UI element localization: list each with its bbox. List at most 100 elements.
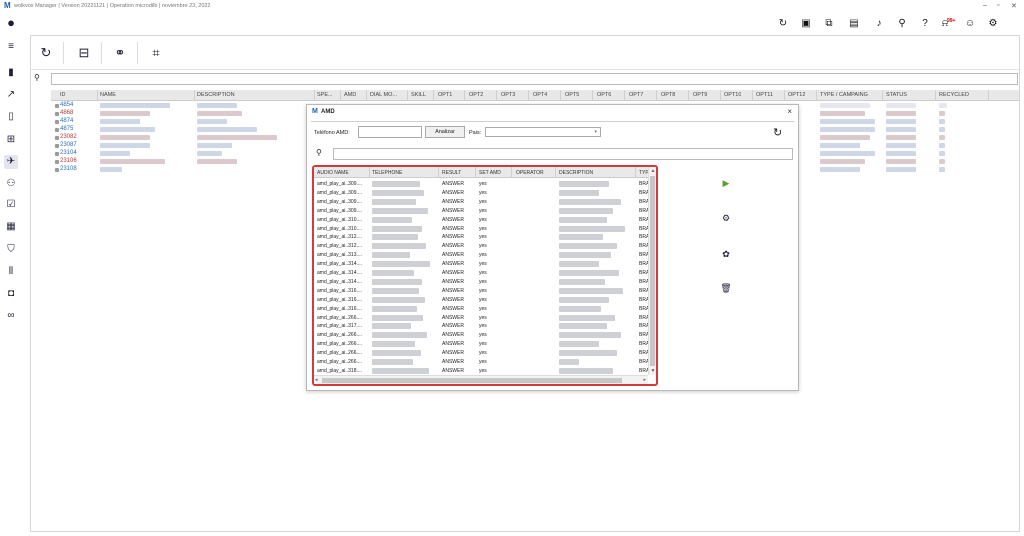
refresh-icon[interactable]: ↻ — [773, 126, 782, 139]
col-header-amd[interactable]: AMD — [344, 92, 356, 98]
table-row[interactable]: amd_play_ai..316.... ANSWER yes BRA — [314, 287, 649, 295]
settings-cog-icon[interactable]: ⚙ — [720, 212, 732, 224]
table-row[interactable]: amd_play_ai..312.... ANSWER yes BRA — [314, 233, 649, 241]
campaign-icon[interactable]: ✈ — [4, 155, 18, 169]
chip-icon[interactable]: ⌗ — [147, 44, 165, 62]
scroll-down-icon[interactable]: ▼ — [650, 368, 656, 374]
table-row[interactable]: amd_play_ai..266.... ANSWER yes BRA — [314, 340, 649, 348]
table-row[interactable]: amd_play_ai..310.... ANSWER yes BRA — [314, 216, 649, 224]
maximize-button[interactable]: ▫ — [997, 2, 999, 9]
checklist-icon[interactable]: ☑ — [4, 198, 18, 212]
table-row[interactable]: amd_play_ai..318.... ANSWER yes BRA — [314, 367, 649, 375]
contacts-book-icon[interactable]: ⧉ — [822, 17, 836, 31]
col-header-id[interactable]: ID — [60, 92, 66, 98]
main-search-input[interactable] — [51, 73, 1018, 85]
team-icon[interactable]: ⚇ — [4, 177, 18, 191]
col-header-opt7[interactable]: OPT7 — [629, 92, 643, 98]
gear-icon[interactable]: ⚙ — [986, 17, 1000, 31]
col-header-dial-mode[interactable]: DIAL MO... — [370, 92, 406, 98]
col-header-opt10[interactable]: OPT10 — [724, 92, 741, 98]
col-header-description[interactable]: DESCRIPTION — [559, 170, 593, 176]
table-row[interactable]: amd_play_ai..266.... ANSWER yes BRA — [314, 358, 649, 366]
table-row[interactable]: amd_play_ai..309.... ANSWER yes BRA — [314, 198, 649, 206]
close-button[interactable]: ✕ — [1011, 2, 1017, 10]
help-icon[interactable]: ? — [918, 17, 932, 31]
telefono-input[interactable] — [358, 126, 422, 138]
voicemail-icon[interactable]: ∞ — [4, 309, 18, 323]
table-row[interactable]: amd_play_ai..316.... ANSWER yes BRA — [314, 296, 649, 304]
col-header-status[interactable]: STATUS — [886, 92, 907, 98]
col-header-opt8[interactable]: OPT8 — [661, 92, 675, 98]
col-header-opt2[interactable]: OPT2 — [469, 92, 483, 98]
scroll-right-icon[interactable]: ▸ — [643, 377, 646, 383]
brain-icon[interactable]: ✿ — [720, 248, 732, 260]
col-header-skill[interactable]: SKILL — [411, 92, 426, 98]
refresh-icon[interactable]: ↻ — [37, 44, 55, 62]
music-note-icon[interactable]: ♪ — [872, 17, 886, 31]
col-header-spe[interactable]: SPE... — [317, 92, 337, 98]
col-header-opt12[interactable]: OPT12 — [788, 92, 805, 98]
table-row[interactable]: amd_play_ai..314.... ANSWER yes BRA — [314, 278, 649, 286]
table-row[interactable]: amd_play_ai..310.... ANSWER yes BRA — [314, 225, 649, 233]
col-header-opt9[interactable]: OPT9 — [693, 92, 707, 98]
dialog-search-input[interactable] — [333, 148, 793, 160]
col-header-telephone[interactable]: TELEPHONE — [372, 170, 402, 176]
user-avatar-icon[interactable]: ● — [4, 16, 18, 30]
col-header-type-campaing[interactable]: TYPE / CAMPAING — [820, 92, 868, 98]
audio-wave-icon[interactable]: ⫴ — [4, 265, 18, 279]
trend-icon[interactable]: ↗ — [4, 88, 18, 102]
close-icon[interactable]: × — [787, 107, 792, 116]
table-row[interactable]: amd_play_ai..313.... ANSWER yes BRA — [314, 251, 649, 259]
table-row[interactable]: amd_play_ai..309.... ANSWER yes BRA — [314, 189, 649, 197]
col-header-opt4[interactable]: OPT4 — [533, 92, 547, 98]
play-icon[interactable]: ▶ — [720, 177, 732, 189]
handshake-icon[interactable]: ⚭ — [111, 44, 129, 62]
document-icon[interactable]: ▯ — [4, 110, 18, 124]
scroll-thumb[interactable] — [650, 176, 655, 366]
scroll-left-icon[interactable]: ◂ — [315, 377, 318, 383]
briefcase-icon[interactable]: ▣ — [799, 17, 813, 31]
microphone-icon[interactable]: ⚲ — [895, 17, 909, 31]
col-header-opt3[interactable]: OPT3 — [501, 92, 515, 98]
bell-icon[interactable]: ⍾ 99+ — [938, 17, 956, 31]
table-row[interactable]: amd_play_ai..266.... ANSWER yes BRA — [314, 349, 649, 357]
col-header-opt11[interactable]: OPT11 — [756, 92, 773, 98]
refresh-icon[interactable]: ↻ — [776, 17, 790, 31]
col-header-set-amd[interactable]: SET AMD — [479, 170, 501, 176]
user-icon[interactable]: ☺ — [963, 17, 977, 31]
horizontal-scrollbar[interactable]: ◂ ▸ — [314, 375, 648, 384]
pais-select[interactable]: ▾ — [485, 127, 601, 137]
minimize-button[interactable]: – — [983, 2, 987, 9]
col-header-opt5[interactable]: OPT5 — [565, 92, 579, 98]
scroll-up-icon[interactable]: ▲ — [650, 168, 656, 174]
table-row[interactable]: amd_play_ai..314.... ANSWER yes BRA — [314, 269, 649, 277]
menu-icon[interactable]: ≡ — [4, 40, 18, 54]
org-chart-icon[interactable]: ⊞ — [4, 133, 18, 147]
table-row[interactable]: amd_play_ai..314.... ANSWER yes BRA — [314, 260, 649, 268]
col-header-recycled[interactable]: RECYCLED — [939, 92, 969, 98]
id-card-icon[interactable]: ▤ — [847, 17, 861, 31]
table-row[interactable]: amd_play_ai..309.... ANSWER yes BRA — [314, 207, 649, 215]
table-row[interactable]: amd_play_ai..317.... ANSWER yes BRA — [314, 322, 649, 330]
col-header-opt6[interactable]: OPT6 — [597, 92, 611, 98]
col-header-name[interactable]: NAME — [100, 92, 116, 98]
analizar-button[interactable]: Analizar — [425, 126, 465, 138]
col-header-audio-name[interactable]: AUDIO NAME — [317, 170, 349, 176]
trash-icon[interactable]: 🗑 — [720, 282, 732, 294]
video-icon[interactable]: ◘ — [4, 287, 18, 301]
col-header-operator[interactable]: OPERATOR — [516, 170, 544, 176]
table-row[interactable]: amd_play_ai..309.... ANSWER yes BRA — [314, 180, 649, 188]
col-header-result[interactable]: RESULT — [442, 170, 461, 176]
table-row[interactable]: amd_play_ai..312.... ANSWER yes BRA — [314, 242, 649, 250]
list-icon[interactable]: ▦ — [4, 220, 18, 234]
table-row[interactable]: amd_play_ai..316.... ANSWER yes BRA — [314, 305, 649, 313]
table-row[interactable]: amd_play_ai..266.... ANSWER yes BRA — [314, 331, 649, 339]
add-list-icon[interactable]: ⊟ — [75, 44, 93, 62]
col-header-description[interactable]: DESCRIPTION — [197, 92, 235, 98]
table-row[interactable]: amd_play_ai..266.... ANSWER yes BRA — [314, 314, 649, 322]
vertical-scrollbar[interactable]: ▲ ▼ — [648, 167, 656, 375]
col-header-opt1[interactable]: OPT1 — [438, 92, 452, 98]
bar-chart-icon[interactable]: ▮ — [4, 66, 18, 80]
shield-icon[interactable]: ⛉ — [4, 243, 18, 257]
scroll-thumb[interactable] — [322, 378, 622, 383]
